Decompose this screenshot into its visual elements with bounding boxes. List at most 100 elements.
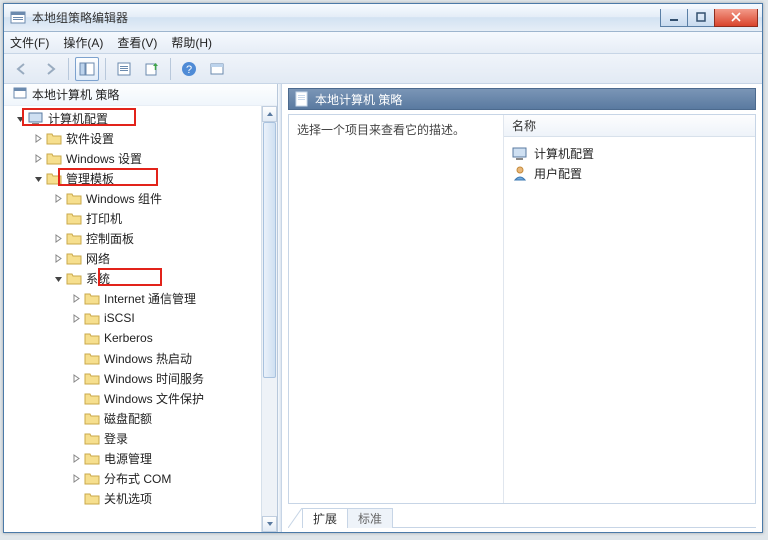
- toolbar-separator: [170, 58, 171, 80]
- computer-icon: [28, 110, 44, 126]
- content-area: 本地计算机 策略 计算机配置: [4, 84, 762, 532]
- tree-label: 管理模板: [66, 170, 114, 187]
- folder-icon: [84, 311, 100, 325]
- list-item[interactable]: 用户配置: [508, 163, 751, 183]
- tree-label: 软件设置: [66, 130, 114, 147]
- scroll-track[interactable]: [262, 122, 277, 516]
- collapse-icon[interactable]: [70, 308, 82, 328]
- detail-header-title: 本地计算机 策略: [315, 91, 402, 108]
- document-icon: [295, 91, 309, 107]
- maximize-button[interactable]: [687, 9, 715, 27]
- column-header-name[interactable]: 名称: [504, 115, 755, 137]
- collapse-icon[interactable]: [32, 128, 44, 148]
- titlebar[interactable]: 本地组策略编辑器: [4, 4, 762, 32]
- collapse-icon[interactable]: [70, 468, 82, 488]
- close-button[interactable]: [714, 9, 758, 27]
- computer-icon: [512, 145, 528, 161]
- folder-icon: [46, 171, 62, 185]
- menu-view[interactable]: 查看(V): [117, 34, 157, 51]
- filter-button[interactable]: [205, 57, 229, 81]
- collapse-icon[interactable]: [52, 188, 64, 208]
- folder-icon: [66, 271, 82, 285]
- tree-label: 电源管理: [104, 450, 152, 467]
- menu-file[interactable]: 文件(F): [10, 34, 49, 51]
- menubar: 文件(F) 操作(A) 查看(V) 帮助(H): [4, 32, 762, 54]
- tree-label: Windows 时间服务: [104, 370, 204, 387]
- folder-icon: [84, 291, 100, 305]
- scroll-thumb[interactable]: [263, 122, 276, 378]
- description-column: 选择一个项目来查看它的描述。: [289, 115, 504, 503]
- tree-pane: 本地计算机 策略 计算机配置: [4, 84, 278, 532]
- folder-icon: [66, 251, 82, 265]
- tree-label: 磁盘配额: [104, 410, 152, 427]
- expand-icon[interactable]: [52, 268, 64, 288]
- tree-label: 分布式 COM: [104, 470, 171, 487]
- collapse-icon[interactable]: [70, 288, 82, 308]
- show-tree-button[interactable]: [75, 57, 99, 81]
- tab-standard[interactable]: 标准: [347, 508, 393, 528]
- folder-icon: [66, 231, 82, 245]
- help-button[interactable]: ?: [177, 57, 201, 81]
- tree-label: Windows 文件保护: [104, 390, 204, 407]
- tree-label: 关机选项: [104, 490, 152, 507]
- collapse-icon[interactable]: [70, 448, 82, 468]
- folder-icon: [46, 151, 62, 165]
- folder-icon: [84, 431, 100, 445]
- folder-icon: [66, 191, 82, 205]
- scroll-up-button[interactable]: [262, 106, 277, 122]
- collapse-icon[interactable]: [52, 228, 64, 248]
- tab-lead-diagonal: [288, 508, 302, 528]
- window-controls: [661, 9, 758, 27]
- tab-extended[interactable]: 扩展: [302, 508, 348, 528]
- window-title: 本地组策略编辑器: [32, 9, 661, 26]
- list-item[interactable]: 计算机配置: [508, 143, 751, 163]
- tree-label: 控制面板: [86, 230, 134, 247]
- folder-icon: [84, 331, 100, 345]
- tree-label: iSCSI: [104, 311, 135, 325]
- properties-button[interactable]: [112, 57, 136, 81]
- toolbar: ?: [4, 54, 762, 84]
- collapse-icon[interactable]: [70, 368, 82, 388]
- menu-action[interactable]: 操作(A): [63, 34, 103, 51]
- tree-label: 打印机: [86, 210, 122, 227]
- detail-pane: 本地计算机 策略 选择一个项目来查看它的描述。 名称 计算机配置: [282, 84, 762, 532]
- tree-view[interactable]: 计算机配置 软件设置 Windows 设置: [4, 106, 261, 532]
- list-items: 计算机配置 用户配置: [504, 137, 755, 189]
- detail-body: 选择一个项目来查看它的描述。 名称 计算机配置 用户配置: [288, 114, 756, 504]
- list-item-label: 用户配置: [534, 165, 582, 182]
- folder-icon: [84, 491, 100, 505]
- tree-label: 网络: [86, 250, 110, 267]
- menu-help[interactable]: 帮助(H): [171, 34, 212, 51]
- tree-root-label: 本地计算机 策略: [32, 86, 119, 103]
- collapse-icon[interactable]: [52, 248, 64, 268]
- back-button[interactable]: [10, 57, 34, 81]
- svg-text:?: ?: [186, 64, 192, 76]
- detail-header: 本地计算机 策略: [288, 88, 756, 110]
- tree-label: Windows 设置: [66, 150, 142, 167]
- folder-icon: [84, 471, 100, 485]
- user-icon: [512, 165, 528, 181]
- description-text: 选择一个项目来查看它的描述。: [297, 123, 465, 137]
- tree-label: Kerberos: [104, 331, 153, 345]
- expand-icon[interactable]: [32, 168, 44, 188]
- collapse-icon[interactable]: [32, 148, 44, 168]
- tree-label: 系统: [86, 270, 110, 287]
- export-button[interactable]: [140, 57, 164, 81]
- tree-scrollbar[interactable]: [261, 106, 277, 532]
- toolbar-separator: [68, 58, 69, 80]
- folder-icon: [84, 391, 100, 405]
- expand-icon[interactable]: [14, 108, 26, 128]
- window-frame: 本地组策略编辑器 文件(F) 操作(A) 查看(V) 帮助(H) ?: [3, 3, 763, 533]
- app-icon: [10, 10, 26, 26]
- minimize-button[interactable]: [660, 9, 688, 27]
- forward-button[interactable]: [38, 57, 62, 81]
- folder-icon: [84, 411, 100, 425]
- tree-label: Windows 热启动: [104, 350, 192, 367]
- policy-root-icon: [12, 85, 28, 104]
- tree-root-row[interactable]: 本地计算机 策略: [4, 84, 277, 106]
- scroll-down-button[interactable]: [262, 516, 277, 532]
- folder-icon: [84, 371, 100, 385]
- folder-icon: [46, 131, 62, 145]
- folder-icon: [84, 451, 100, 465]
- list-column: 名称 计算机配置 用户配置: [504, 115, 755, 503]
